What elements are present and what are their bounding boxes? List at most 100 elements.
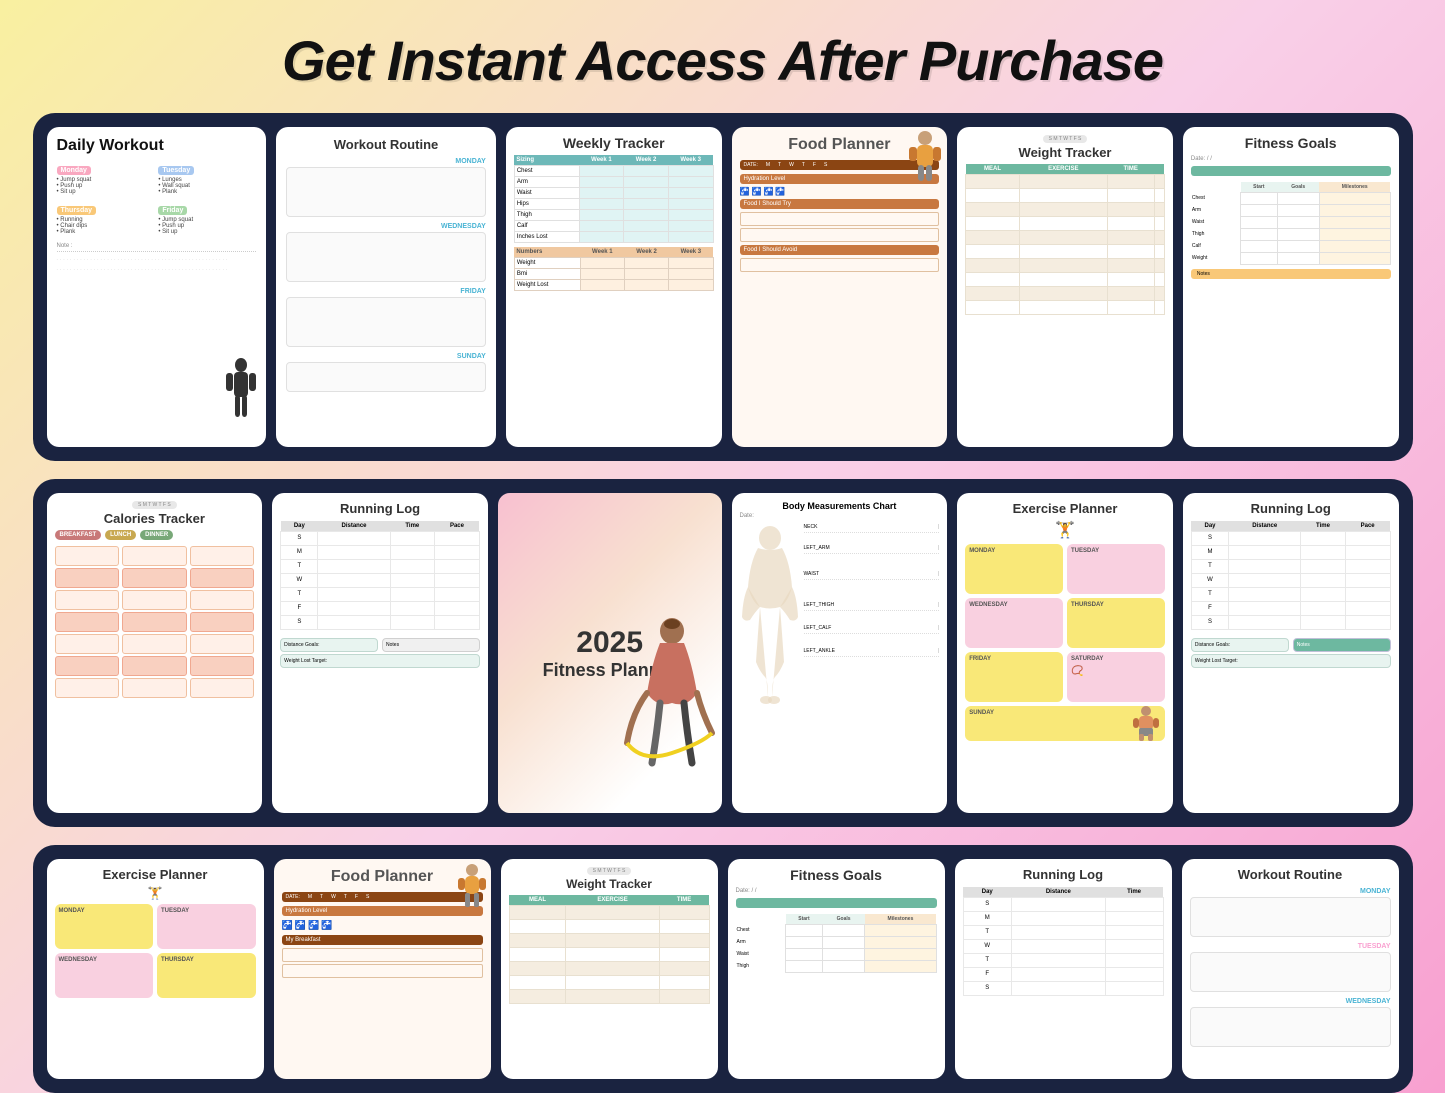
body-date: Date: [740,513,940,519]
row-3-inner: Exercise Planner 🏋️ MONDAY TUESDAY WEDNE… [33,845,1413,1093]
notes-box: Notes [382,638,480,652]
card-workout-routine: Workout Routine MONDAY WEDNESDAY FRIDAY … [276,127,496,447]
card-running-log-3: Running Log Day Distance Time S M T W T … [955,859,1172,1079]
card-calories-tracker: S M T W T F S Calories Tracker BREAKFAST… [47,493,263,813]
lunch-badge: LUNCH [105,530,136,540]
fp2-hydration: Hydration Level [282,906,483,916]
row-3-container: Exercise Planner 🏋️ MONDAY TUESDAY WEDNE… [0,845,1445,1093]
wt2-days: S M T W T F S [587,867,632,875]
running-log-1-title: Running Log [280,501,480,517]
waist-row: WAIST| [804,569,940,580]
wr2-wednesday: WEDNESDAY [1190,998,1391,1005]
calories-days: S M T W T F S [132,501,177,509]
row-1-container: Daily Workout Monday • Jump squat • Push… [0,113,1445,479]
day-friday-label: FRIDAY [286,288,486,295]
ep2-thursday: THURSDAY [161,957,252,963]
card-weight-tracker-2: S M T W T F S Weight Tracker MEAL EXERCI… [501,859,718,1079]
tuesday-box: TUESDAY [1071,548,1161,554]
neck-row: NECK| [804,522,940,533]
food-avoid-section: Food I Should Avoid [740,245,940,255]
card-exercise-planner-1: Exercise Planner 🏋️ MONDAY TUESDAY WEDNE… [957,493,1173,813]
note-label: Note : [57,243,257,249]
distance-goals-box-2: Distance Goals: [1191,638,1289,652]
fg2-date: Date: / / [736,888,937,894]
wr2-tuesday: TUESDAY [1190,943,1391,950]
dumbbell-icon: 🏋️ [965,520,1165,540]
card-running-log-1: Running Log Day Distance Time Pace S M T… [272,493,488,813]
thursday-box: THURSDAY [1071,602,1161,608]
main-heading: Get Instant Access After Purchase [0,0,1445,113]
figure-silhouette [222,357,260,437]
card-daily-workout: Daily Workout Monday • Jump squat • Push… [47,127,267,447]
ep2-wednesday: WEDNESDAY [59,957,150,963]
breakfast-badge: BREAKFAST [55,530,102,540]
water-icons: 🚰🚰🚰🚰 [282,920,483,931]
sitting-figure [1131,706,1161,741]
wr2-monday: MONDAY [1190,888,1391,895]
saturday-box: SATURDAY [1071,656,1161,662]
notes-label: Notes [1191,269,1391,279]
days-row: S M T W T F S [1043,135,1088,143]
body-measurements-title: Body Measurements Chart [740,501,940,511]
ep2-tuesday: TUESDAY [161,908,252,914]
left-arm-row: LEFT_ARM| [804,543,940,554]
wednesday-box: WEDNESDAY [969,602,1059,608]
food-planner-2-title: Food Planner [282,867,483,886]
notes-box-2: Notes [1293,638,1391,652]
weight-lost-box: Weight Lost Target: [280,654,480,668]
card-exercise-planner-2: Exercise Planner 🏋️ MONDAY TUESDAY WEDNE… [47,859,264,1079]
left-calf-row: LEFT_CALF| [804,623,940,634]
day-monday: Monday [57,166,91,175]
card-fitness-goals-2: Fitness Goals Date: / / Start Goals Mile… [728,859,945,1079]
row-2-inner: S M T W T F S Calories Tracker BREAKFAST… [33,479,1413,827]
weight-tracker-title: Weight Tracker [965,145,1165,160]
dumbbell-icon-2: 🏋️ [55,886,256,900]
left-thigh-row: LEFT_THIGH| [804,600,940,611]
day-sunday-label: SUNDAY [286,353,486,360]
weekly-tracker-title: Weekly Tracker [514,135,714,151]
exercise-planner-2-title: Exercise Planner [55,867,256,882]
fitness-bar [1191,166,1391,176]
calories-title: Calories Tracker [55,511,255,526]
day-monday-label: MONDAY [286,158,486,165]
day-wednesday-label: WEDNESDAY [286,223,486,230]
dinner-badge: DINNER [140,530,173,540]
card-fitness-planner-cover: 2025 Fitness Planner [498,493,722,813]
friday-box: FRIDAY [969,656,1059,662]
daily-workout-title: Daily Workout [57,137,257,155]
note-lines: ........................................… [57,251,257,311]
body-silhouette [740,522,800,712]
card-fitness-goals: Fitness Goals Date: / / Start Goals Mile… [1183,127,1399,447]
card-workout-routine-2: Workout Routine MONDAY TUESDAY WEDNESDAY [1182,859,1399,1079]
running-log-3-title: Running Log [963,867,1164,883]
fitness-goals-title: Fitness Goals [1191,135,1391,152]
monday-box: MONDAY [969,548,1059,554]
card-food-planner-2: Food Planner DATE:MTWTFS Hydration Level… [274,859,491,1079]
card-weekly-tracker: Weekly Tracker Sizing Week 1 Week 2 Week… [506,127,722,447]
fitness-goals-2-title: Fitness Goals [736,867,937,884]
food-planner-2-figure [457,863,487,913]
card-running-log-2: Running Log Day Distance Time Pace S M T… [1183,493,1399,813]
left-ankle-row: LEFT_ANKLE| [804,646,940,657]
weight-lost-box-2: Weight Lost Target: [1191,654,1391,668]
day-friday: Friday [158,206,187,215]
running-log-2-title: Running Log [1191,501,1391,517]
workout-routine-title: Workout Routine [286,137,486,152]
distance-goals-box: Distance Goals: [280,638,378,652]
row-2-container: S M T W T F S Calories Tracker BREAKFAST… [0,479,1445,845]
fp2-breakfast: My Breakfast [282,935,483,945]
row-1-inner: Daily Workout Monday • Jump squat • Push… [33,113,1413,461]
card-body-measurements: Body Measurements Chart Date: [732,493,948,813]
cover-figure [602,613,722,813]
card-food-planner: Food Planner DATE:MTWTFS Hydration Level… [732,127,948,447]
fitness-bar-2 [736,898,937,908]
bracelet-icon: 📿 [1071,666,1161,677]
exercise-planner-1-title: Exercise Planner [965,501,1165,516]
day-thursday: Thursday [57,206,97,215]
ep2-monday: MONDAY [59,908,150,914]
card-weight-tracker: S M T W T F S Weight Tracker MEAL EXERCI… [957,127,1173,447]
weight-tracker-2-title: Weight Tracker [509,877,710,891]
day-tuesday: Tuesday [158,166,194,175]
food-planner-figure [907,131,943,191]
food-try-section: Food I Should Try [740,199,940,209]
